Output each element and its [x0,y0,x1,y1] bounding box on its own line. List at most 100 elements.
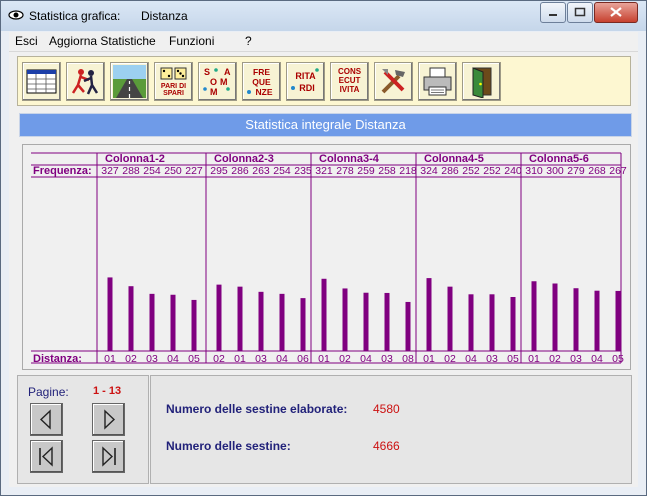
elaborated-value: 4580 [373,402,400,416]
minimize-button[interactable] [540,2,566,23]
freq-value: 327 [101,165,119,177]
dist-label: 08 [402,353,414,365]
last-page-icon [102,446,116,467]
consecutivita-button[interactable]: CONS ECUT IVITA [330,62,369,101]
distance-chart: Frequenza: Distanza: Colonna1-2 327 01 288 02 2… [22,144,631,370]
dist-label: 01 [318,353,330,365]
frequenze-button[interactable]: FRE QUE NZE [242,62,281,101]
bar [321,278,327,351]
first-page-button[interactable] [30,440,63,473]
dist-label: 05 [188,353,200,365]
dist-label: 02 [549,353,561,365]
road-button[interactable] [110,62,149,101]
bar [447,286,453,351]
freq-value: 252 [462,165,480,177]
dist-label: 01 [234,353,246,365]
prev-page-button[interactable] [30,403,63,436]
freq-value: 286 [231,165,249,177]
freq-value: 252 [483,165,501,177]
prev-page-icon [39,409,51,430]
dist-label: 01 [104,353,116,365]
freq-value: 259 [357,165,375,177]
tools-button[interactable] [374,62,413,101]
maximize-button[interactable] [567,2,593,23]
dancers-button[interactable] [66,62,105,101]
app-window: Statistica grafica: Distanza Esci Aggior… [0,0,647,496]
group-name: Colonna3-4 [319,153,380,165]
svg-text:M: M [220,77,228,87]
svg-text:A: A [224,67,231,77]
client-area: PARI DI SPARI S A O M M FRE QUE NZE RITA… [9,52,638,487]
ritardi-button[interactable]: RITA RDI [286,62,325,101]
freq-value: 218 [399,165,417,177]
freq-value: 288 [122,165,140,177]
freq-value: 227 [185,165,203,177]
group-name: Colonna4-5 [424,153,484,165]
chart-banner: Statistica integrale Distanza [19,113,632,137]
info-panel: Numero delle sestine elaborate: 4580 Num… [150,375,632,484]
bar [510,297,516,351]
dist-label: 01 [423,353,435,365]
group-name: Colonna1-2 [105,153,165,165]
freq-value: 250 [164,165,182,177]
freq-value: 295 [210,165,228,177]
group-name: Colonna5-6 [529,153,589,165]
freq-value: 321 [315,165,333,177]
bar [170,294,176,351]
bar [279,293,285,351]
freq-row-label: Frequenza: [33,165,92,177]
close-button[interactable] [594,2,638,23]
menu-esci[interactable]: Esci [15,34,38,48]
pages-value: 1 - 13 [93,385,122,397]
freq-value: 254 [273,165,291,177]
printer-button[interactable] [418,62,457,101]
svg-text:M: M [210,87,218,97]
svg-text:S: S [204,67,210,77]
minimize-icon [549,14,557,16]
menu-funzioni[interactable]: Funzioni [169,34,214,48]
bar [300,298,306,351]
bar [405,301,411,351]
menu-aggiorna-statistiche[interactable]: Aggiorna Statistiche [49,34,156,48]
bar [258,291,264,351]
dist-label: 04 [276,353,288,365]
freq-value: 267 [609,165,627,177]
somma-button[interactable]: S A O M M [198,62,237,101]
freq-value: 324 [420,165,438,177]
bar [552,283,558,351]
bar [615,290,621,351]
group-name: Colonna2-3 [214,153,274,165]
bar [531,281,537,351]
menu-help[interactable]: ? [245,34,252,48]
pages-label: Pagine: [28,385,69,399]
pari-dispari-icon: PARI DI SPARI [160,67,187,97]
dist-label: 04 [167,353,179,365]
ritardi-icon: RITA RDI [291,68,319,93]
bar [594,290,600,351]
dist-label: 04 [465,353,477,365]
dist-label: 05 [612,353,624,365]
last-page-button[interactable] [92,440,125,473]
freq-value: 258 [378,165,396,177]
chart-svg: Frequenza: Distanza: Colonna1-2327 01 288 02 2… [31,152,627,365]
table-icon [26,69,57,94]
dist-label: 04 [360,353,372,365]
dist-label: 02 [213,353,225,365]
dist-label: 03 [381,353,393,365]
dist-row-label: Distanza: [33,353,82,365]
freq-value: 278 [336,165,354,177]
dist-label: 01 [528,353,540,365]
svg-text:IVITA: IVITA [340,85,360,94]
bar [363,292,369,351]
table-button[interactable] [22,62,61,101]
next-page-button[interactable] [92,403,125,436]
bar [468,294,474,351]
pari-dispari-button[interactable]: PARI DI SPARI [154,62,193,101]
svg-text:RDI: RDI [299,83,315,93]
printer-icon [423,67,452,96]
exit-door-button[interactable] [462,62,501,101]
dist-label: 02 [339,353,351,365]
svg-text:ECUT: ECUT [339,76,361,85]
freq-value: 268 [588,165,606,177]
freq-value: 263 [252,165,270,177]
